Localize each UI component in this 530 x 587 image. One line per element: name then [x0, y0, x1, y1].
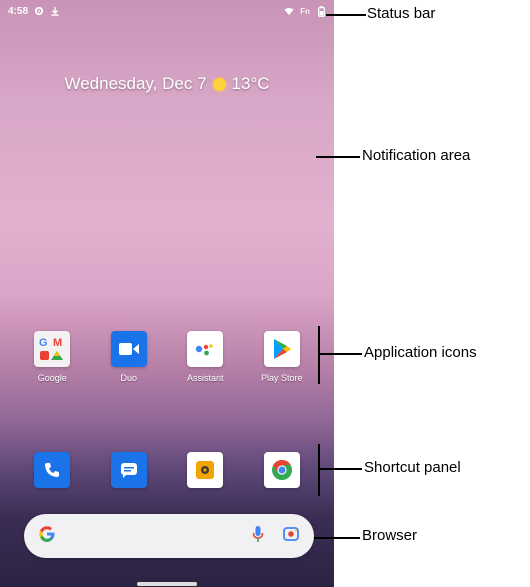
- app-assistant[interactable]: Assistant: [170, 331, 240, 383]
- svg-text:M: M: [53, 337, 62, 349]
- chrome-icon[interactable]: [263, 452, 300, 488]
- app-label-play-store: Play Store: [260, 373, 303, 383]
- browser-callout-line: [314, 537, 360, 539]
- status-bar-callout-line: [326, 14, 366, 16]
- app-label-duo: Duo: [120, 373, 137, 383]
- dock-messages[interactable]: [94, 452, 164, 488]
- phone-icon[interactable]: [34, 452, 71, 488]
- status-bar: 4:58 Fn: [0, 0, 334, 22]
- shortcut-panel-callout-line: [318, 468, 362, 470]
- assistant-icon[interactable]: [187, 331, 224, 367]
- status-bar-annotation: Status bar: [367, 5, 436, 22]
- date-weather-widget[interactable]: Wednesday, Dec 7 13°C: [0, 74, 334, 94]
- gear-icon: [34, 6, 44, 16]
- app-icons-row: G M Google Duo Assistant Play Store: [0, 331, 334, 383]
- messages-icon[interactable]: [110, 452, 147, 488]
- battery-icon: [316, 5, 326, 17]
- svg-text:G: G: [39, 337, 48, 349]
- application-icons-annotation: Application icons: [364, 344, 477, 361]
- navigation-handle[interactable]: [137, 582, 197, 586]
- mic-icon[interactable]: [252, 525, 264, 548]
- dock-camera[interactable]: [170, 452, 240, 488]
- shortcut-panel-annotation: Shortcut panel: [364, 459, 461, 476]
- dock-chrome[interactable]: [247, 452, 317, 488]
- wifi-icon: [284, 6, 294, 16]
- app-google[interactable]: G M Google: [17, 331, 87, 383]
- app-duo[interactable]: Duo: [94, 331, 164, 383]
- app-label-assistant: Assistant: [186, 373, 224, 383]
- fn-icon: Fn: [300, 6, 310, 16]
- dock-phone[interactable]: [17, 452, 87, 488]
- application-icons-callout-line: [318, 353, 362, 355]
- sun-icon: [212, 77, 226, 91]
- date-text: Wednesday, Dec 7: [64, 74, 207, 93]
- google-logo-icon: [38, 525, 56, 548]
- app-label-google: Google: [37, 373, 67, 383]
- play-store-icon[interactable]: [263, 331, 300, 367]
- notification-area-callout-line: [316, 156, 360, 158]
- shortcut-panel-bracket: [318, 444, 320, 496]
- camera-icon[interactable]: [187, 452, 224, 488]
- duo-icon[interactable]: [110, 331, 147, 367]
- google-folder-icon[interactable]: G M: [34, 331, 71, 367]
- browser-annotation: Browser: [362, 527, 418, 544]
- page: 4:58 Fn Wednesday, Dec 7 13°C G M Google…: [0, 0, 530, 587]
- notification-area-annotation: Notification area: [362, 147, 471, 164]
- status-left: 4:58: [8, 6, 60, 17]
- search-actions: [252, 525, 300, 548]
- phone-screen: 4:58 Fn Wednesday, Dec 7 13°C G M Google…: [0, 0, 334, 587]
- temperature-text: 13°C: [231, 74, 270, 93]
- lens-icon[interactable]: [282, 525, 300, 548]
- app-play-store[interactable]: Play Store: [247, 331, 317, 383]
- status-right: Fn: [284, 5, 326, 17]
- application-icons-bracket: [318, 326, 320, 384]
- search-bar[interactable]: [24, 514, 314, 558]
- download-icon: [50, 6, 60, 16]
- status-time: 4:58: [8, 5, 29, 17]
- shortcut-panel: [0, 452, 334, 488]
